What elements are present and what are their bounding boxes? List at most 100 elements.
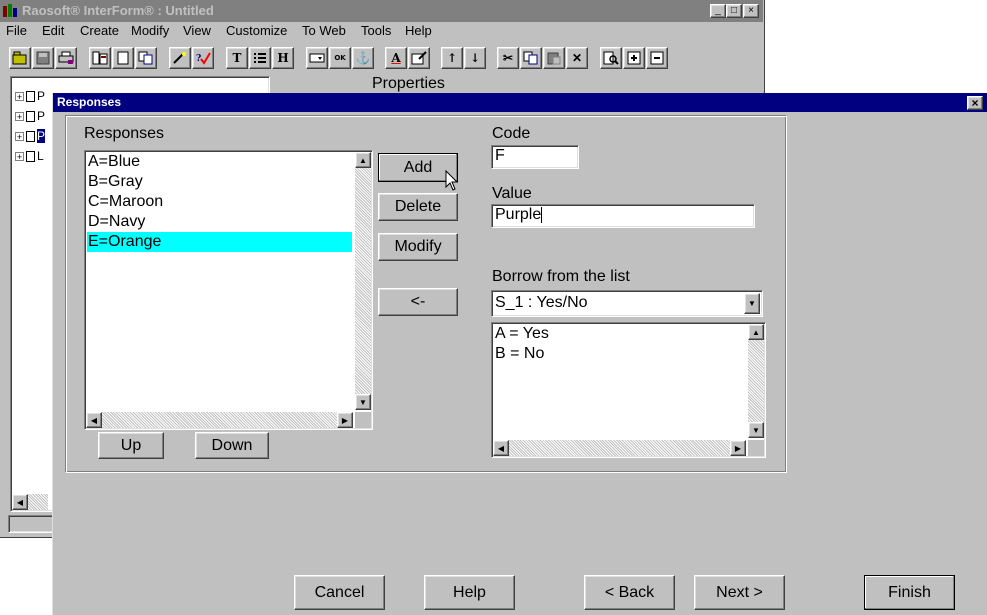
cancel-button[interactable]: Cancel [294, 575, 385, 610]
copy-page-icon[interactable] [135, 47, 157, 69]
tree-scroll-left-button[interactable]: ◀ [12, 494, 28, 510]
scroll-right-arrow-icon[interactable]: ▶ [337, 412, 353, 428]
borrow-item[interactable]: A = Yes [494, 324, 549, 344]
scroll-corner [748, 440, 764, 456]
properties-tool-icon[interactable] [408, 47, 430, 69]
tree-item-label: P [37, 109, 46, 123]
spell-check-icon[interactable]: ? [192, 47, 214, 69]
open-icon[interactable] [9, 47, 31, 69]
main-title-bar[interactable]: Raosoft® InterForm® : Untitled _ □ × [0, 0, 763, 22]
scroll-down-arrow-icon[interactable]: ▼ [355, 394, 371, 410]
cut-icon[interactable]: ✂ [497, 47, 519, 69]
next-button[interactable]: Next > [694, 575, 785, 610]
value-input[interactable]: Purple [491, 204, 755, 228]
scroll-corner [355, 412, 371, 428]
dialog-title-bar[interactable]: Responses × [53, 93, 987, 112]
list-tool-icon[interactable] [249, 47, 271, 69]
scroll-up-arrow-icon[interactable]: ▲ [355, 152, 371, 168]
ok-button-tool-icon[interactable]: OK [329, 47, 351, 69]
delete-icon[interactable]: ✕ [566, 47, 588, 69]
scroll-left-arrow-icon[interactable]: ◀ [493, 440, 509, 456]
properties-heading: Properties [372, 75, 445, 92]
move-down-button[interactable]: Down [195, 432, 269, 459]
back-button[interactable]: < Back [584, 575, 675, 610]
move-left-button[interactable]: <- [378, 288, 458, 316]
dropdown-tool-icon[interactable] [306, 47, 328, 69]
main-window-title: Raosoft® InterForm® : Untitled [22, 3, 214, 18]
chevron-down-icon[interactable]: ▼ [744, 293, 760, 314]
response-item[interactable]: D=Navy [87, 212, 353, 232]
tree-item-label: L [37, 149, 44, 163]
response-item[interactable]: C=Maroon [87, 192, 353, 212]
move-up-button[interactable]: Up [98, 432, 164, 459]
tree-item-label: P [37, 89, 46, 103]
font-color-icon[interactable]: A [385, 47, 407, 69]
code-input[interactable]: F [491, 145, 579, 169]
borrow-vertical-scrollbar[interactable] [748, 324, 764, 438]
move-down-icon[interactable]: ↓ [464, 47, 486, 69]
responses-label: Responses [84, 125, 165, 142]
mouse-cursor-icon [445, 170, 459, 191]
responses-horizontal-scrollbar[interactable] [86, 412, 353, 428]
menu-modify[interactable]: Modify [131, 23, 169, 38]
move-up-icon[interactable]: ↑ [441, 47, 463, 69]
menu-help[interactable]: Help [405, 23, 432, 38]
tree-item[interactable]: + P [15, 109, 45, 123]
borrow-listbox[interactable]: A = Yes B = No ▲ ▼ ◀ ▶ [491, 322, 766, 458]
tree-item[interactable]: + P [15, 89, 45, 103]
borrow-item[interactable]: B = No [494, 344, 544, 364]
heading-tool-icon[interactable]: H [272, 47, 294, 69]
responses-listbox[interactable]: A=Blue B=Gray C=Maroon D=Navy E=Orange ▲… [84, 150, 373, 430]
response-item[interactable]: B=Gray [87, 172, 353, 192]
copy-icon[interactable] [520, 47, 542, 69]
tree-item[interactable]: + P [15, 129, 46, 143]
anchor-tool-icon[interactable]: ⚓ [352, 47, 374, 69]
new-form-icon[interactable] [89, 47, 111, 69]
value-label: Value [492, 185, 532, 202]
paste-icon[interactable] [543, 47, 565, 69]
menu-file[interactable]: File [6, 23, 27, 38]
scroll-up-arrow-icon[interactable]: ▲ [748, 324, 764, 340]
borrow-dropdown[interactable]: S_1 : Yes/No ▼ [491, 290, 763, 317]
tree-item[interactable]: + L [15, 149, 44, 163]
scroll-right-arrow-icon[interactable]: ▶ [730, 440, 746, 456]
text-caret [541, 206, 543, 223]
help-button[interactable]: Help [424, 575, 515, 610]
menu-view[interactable]: View [183, 23, 211, 38]
menu-create[interactable]: Create [80, 23, 119, 38]
menu-to-web[interactable]: To Web [302, 23, 346, 38]
scroll-left-arrow-icon[interactable]: ◀ [86, 412, 102, 428]
print-icon[interactable] [55, 47, 77, 69]
preview-icon[interactable] [600, 47, 622, 69]
scroll-down-arrow-icon[interactable]: ▼ [748, 422, 764, 438]
response-item-selected[interactable]: E=Orange [87, 232, 352, 252]
expand-icon[interactable] [623, 47, 645, 69]
dialog-close-button[interactable]: × [967, 96, 983, 110]
close-main-button[interactable]: × [743, 4, 759, 18]
menu-customize[interactable]: Customize [226, 23, 287, 38]
delete-button[interactable]: Delete [378, 193, 458, 221]
minimize-button[interactable]: _ [710, 4, 726, 18]
maximize-button[interactable]: □ [726, 4, 742, 18]
borrow-label: Borrow from the list [492, 268, 630, 285]
menu-edit[interactable]: Edit [42, 23, 64, 38]
menu-tools[interactable]: Tools [361, 23, 391, 38]
response-item[interactable]: A=Blue [87, 152, 353, 172]
wand-icon[interactable] [169, 47, 191, 69]
text-tool-icon[interactable]: T [226, 47, 248, 69]
tree-horizontal-scrollbar[interactable] [28, 494, 48, 510]
finish-button[interactable]: Finish [864, 575, 955, 610]
borrow-dropdown-value: S_1 : Yes/No [495, 294, 588, 311]
dialog-title: Responses [57, 95, 122, 109]
new-page-icon[interactable] [112, 47, 134, 69]
toolbar: ? T H OK ⚓ A ↑ ↓ ✂ ✕ [0, 43, 763, 73]
borrow-horizontal-scrollbar[interactable] [493, 440, 746, 456]
save-icon[interactable] [32, 47, 54, 69]
tree-item-label: P [37, 129, 46, 143]
collapse-icon[interactable] [646, 47, 668, 69]
menu-bar: File Edit Create Modify View Customize T… [0, 22, 763, 42]
app-icon [3, 4, 18, 18]
modify-button[interactable]: Modify [378, 233, 458, 261]
responses-vertical-scrollbar[interactable] [355, 152, 371, 410]
status-bar-panel [8, 515, 56, 533]
